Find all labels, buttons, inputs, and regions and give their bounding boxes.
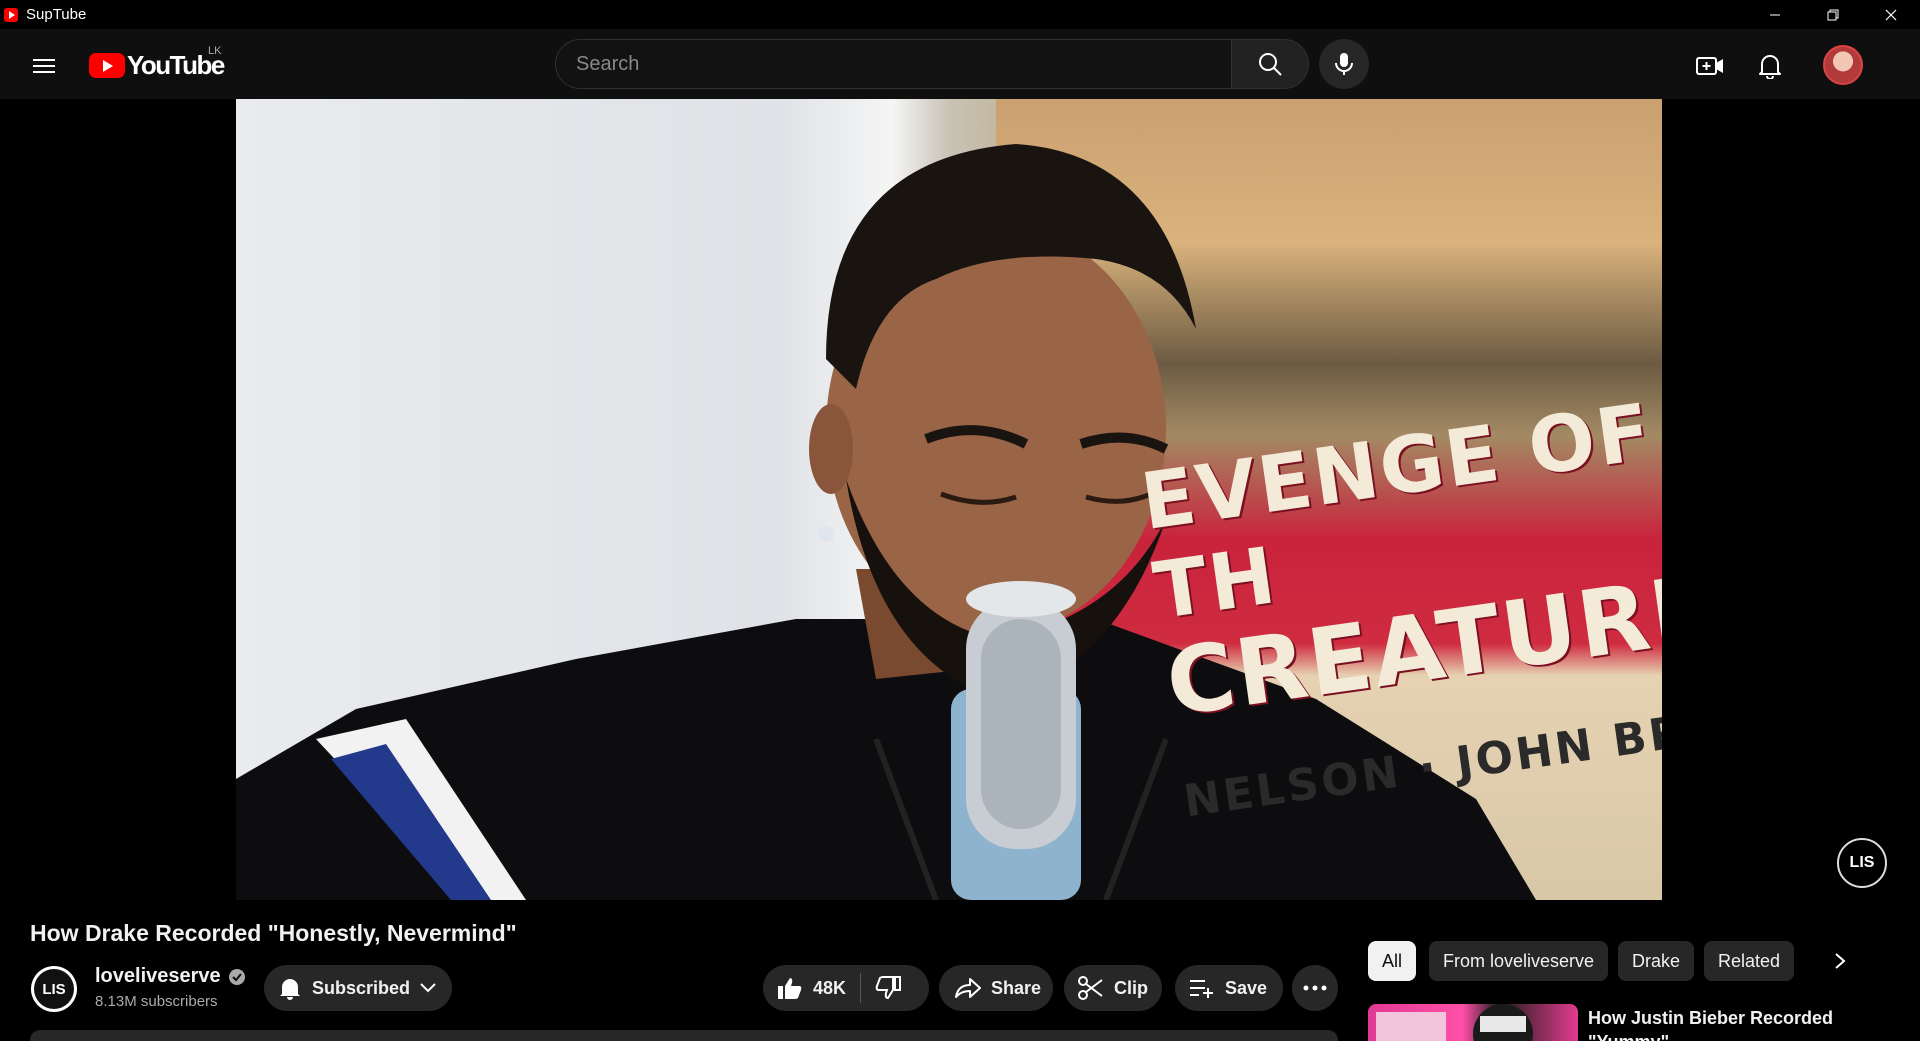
more-actions-button[interactable]: [1292, 965, 1338, 1011]
microphone-icon: [1335, 53, 1353, 75]
clip-label: Clip: [1114, 977, 1148, 998]
channel-name[interactable]: loveliveserve: [95, 965, 221, 988]
share-arrow-icon: [955, 977, 981, 999]
hamburger-icon: [33, 59, 55, 73]
user-avatar[interactable]: [1823, 45, 1863, 85]
recommended-title[interactable]: How Justin Bieber Recorded "Yummy": [1588, 1006, 1888, 1041]
search-button[interactable]: [1231, 39, 1309, 89]
recommended-thumbnail[interactable]: [1368, 1004, 1578, 1041]
video-player[interactable]: EVENGE OF TH CREATURE NELSON · JOHN BR: [0, 99, 1900, 900]
share-button[interactable]: Share: [939, 965, 1053, 1011]
youtube-play-icon: [89, 52, 125, 78]
close-icon: [1885, 9, 1897, 20]
video-create-icon: [1696, 57, 1723, 75]
bell-icon: [278, 976, 302, 1000]
like-dislike-group: 48K: [763, 965, 929, 1011]
voice-search-button[interactable]: [1319, 39, 1369, 89]
video-title: How Drake Recorded "Honestly, Nevermind": [30, 920, 517, 946]
description-box[interactable]: [30, 1030, 1338, 1041]
save-label: Save: [1225, 977, 1268, 998]
search-bar: [555, 39, 1309, 89]
subscribe-label: Subscribed: [312, 977, 411, 998]
thumbnail-image: [1376, 1004, 1533, 1041]
like-button[interactable]: 48K: [777, 976, 846, 1000]
channel-avatar-text: LIS: [34, 969, 74, 1009]
share-label: Share: [991, 977, 1042, 998]
notifications-button[interactable]: [1750, 46, 1790, 86]
thumbs-down-icon: [875, 976, 902, 1000]
like-count: 48K: [813, 977, 847, 998]
playlist-add-icon: [1189, 978, 1215, 998]
country-code: LK: [208, 45, 222, 57]
dislike-button[interactable]: [875, 976, 902, 1000]
search-icon: [1259, 53, 1282, 76]
minimize-icon: [1770, 14, 1780, 15]
verified-icon: [228, 968, 245, 985]
guide-menu-button[interactable]: [24, 46, 64, 86]
chip-from-channel[interactable]: From loveliveserve: [1429, 941, 1609, 981]
subscribe-button[interactable]: Subscribed: [264, 965, 452, 1011]
chips-next-button[interactable]: [1820, 941, 1860, 981]
subscriber-count: 8.13M subscribers: [95, 993, 218, 1010]
channel-avatar[interactable]: LIS: [31, 966, 77, 1012]
poster-text: EVENGE OF TH CREATURE NELSON · JOHN BR: [1136, 387, 1662, 828]
search-input[interactable]: [555, 39, 1231, 89]
minimize-button[interactable]: [1746, 0, 1804, 29]
save-button[interactable]: Save: [1175, 965, 1283, 1011]
restore-button[interactable]: [1804, 0, 1862, 29]
channel-name-row[interactable]: loveliveserve: [95, 965, 245, 988]
masthead: YouTube LK: [0, 29, 1920, 99]
chevron-right-icon: [1835, 953, 1846, 969]
chevron-down-icon: [420, 983, 436, 993]
thumbs-up-icon: [778, 978, 802, 999]
chip-all[interactable]: All: [1368, 941, 1417, 981]
close-window-button[interactable]: [1862, 0, 1920, 29]
more-horizontal-icon: [1303, 985, 1327, 991]
window-titlebar: SupTube: [0, 0, 1920, 29]
create-button[interactable]: [1690, 46, 1730, 86]
video-frame[interactable]: EVENGE OF TH CREATURE NELSON · JOHN BR: [236, 99, 1662, 900]
like-divider: [860, 973, 862, 1003]
app-icon: [4, 7, 18, 22]
clip-button[interactable]: Clip: [1064, 965, 1162, 1011]
youtube-logo[interactable]: YouTube: [89, 50, 225, 80]
chip-drake[interactable]: Drake: [1618, 941, 1695, 981]
restore-icon: [1827, 9, 1839, 20]
chip-related[interactable]: Related: [1704, 941, 1795, 981]
scissors-icon: [1078, 976, 1104, 1000]
window-controls: [1746, 0, 1920, 29]
app-title: SupTube: [26, 6, 87, 23]
channel-watermark[interactable]: LIS: [1837, 838, 1887, 888]
bell-icon: [1759, 55, 1781, 79]
